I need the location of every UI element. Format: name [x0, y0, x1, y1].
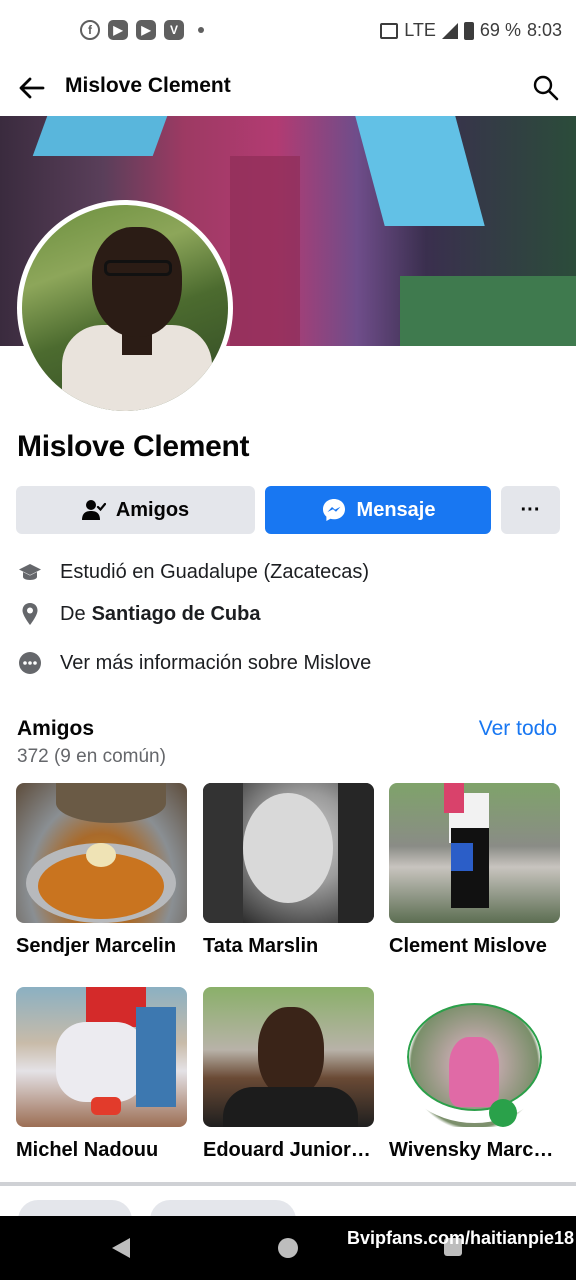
photo-detail	[203, 783, 243, 923]
photo-detail	[223, 1087, 358, 1127]
photo-detail	[56, 783, 166, 823]
nav-back-icon[interactable]	[112, 1238, 130, 1258]
app-header: Mislove Clement	[0, 60, 576, 116]
vibrate-icon	[380, 22, 399, 39]
friend-card[interactable]: Sendjer Marcelin	[16, 783, 187, 958]
profile-picture-image	[22, 205, 228, 411]
cover-detail	[355, 116, 485, 226]
system-status: LTE 69 % 8:03	[380, 20, 562, 41]
friend-photo	[389, 783, 560, 923]
photo-detail	[444, 783, 464, 813]
page-title: Mislove Clement	[65, 74, 231, 97]
youtube-icon: ▶	[136, 20, 156, 40]
cover-detail	[400, 276, 576, 346]
search-icon	[533, 75, 559, 101]
friends-button-label: Amigos	[115, 498, 190, 521]
friend-name: Tata Marslin	[203, 935, 319, 957]
graduation-cap-icon	[17, 559, 43, 585]
see-all-friends-link[interactable]: Ver todo	[479, 717, 557, 741]
photo-detail	[136, 1007, 176, 1107]
friend-card[interactable]: Wivensky Marc…	[389, 987, 560, 1162]
section-divider	[0, 1182, 576, 1186]
cover-detail	[32, 116, 168, 156]
friend-check-icon	[81, 500, 106, 520]
friend-photo	[389, 987, 560, 1127]
search-button[interactable]	[530, 72, 562, 104]
friend-photo	[16, 987, 187, 1127]
watermark: Bvipfans.com/haitianpie18	[347, 1228, 575, 1248]
photo-detail	[86, 843, 116, 867]
profile-picture[interactable]	[17, 200, 233, 416]
friend-card[interactable]: Edouard Junior…	[203, 987, 374, 1162]
education-text: Estudió en Guadalupe (Zacatecas)	[60, 560, 370, 583]
hometown-prefix: De	[60, 602, 86, 625]
vpn-icon: V	[164, 20, 184, 40]
network-type: LTE	[404, 20, 436, 40]
signal-icon	[441, 22, 458, 39]
friend-name: Sendjer Marcelin	[16, 935, 177, 957]
battery-level: 69 %	[479, 20, 521, 40]
photo-detail	[449, 1037, 499, 1107]
friend-name: Wivensky Marc…	[389, 1139, 554, 1161]
more-info-text: Ver más información sobre Mislove	[60, 651, 372, 674]
friends-count: 372 (9 en común)	[17, 746, 166, 767]
nav-home-icon[interactable]	[278, 1238, 298, 1258]
messenger-icon	[322, 499, 345, 521]
back-button[interactable]	[16, 72, 48, 104]
message-button-label: Mensaje	[356, 498, 436, 521]
friend-card[interactable]: Clement Mislove	[389, 783, 560, 958]
photo-detail	[243, 793, 333, 903]
friend-photo	[16, 783, 187, 923]
photo-detail	[338, 783, 374, 923]
arrow-left-icon	[19, 77, 45, 99]
friends-section-title: Amigos	[17, 717, 95, 740]
friend-name: Clement Mislove	[389, 935, 547, 957]
friends-button[interactable]: Amigos	[16, 486, 255, 534]
battery-icon	[463, 21, 474, 40]
profile-name: Mislove Clement	[17, 430, 250, 463]
photo-detail	[489, 1099, 517, 1127]
notification-icons: f ▶ ▶ V	[80, 20, 204, 40]
friend-name: Michel Nadouu	[16, 1139, 159, 1161]
info-more[interactable]: Ver más información sobre Mislove	[17, 648, 557, 678]
hometown-link[interactable]: Santiago de Cuba	[92, 603, 261, 626]
more-notifications-icon	[198, 27, 204, 33]
friend-card[interactable]: Michel Nadouu	[16, 987, 187, 1162]
info-hometown: De Santiago de Cuba	[17, 599, 557, 629]
cover-detail	[230, 156, 300, 346]
more-icon: ···	[520, 498, 541, 521]
photo-detail	[91, 1097, 121, 1115]
friend-card[interactable]: Tata Marslin	[203, 783, 374, 958]
friend-photo	[203, 783, 374, 923]
avatar-face	[92, 227, 182, 337]
message-button[interactable]: Mensaje	[265, 486, 491, 534]
more-dots-icon	[17, 650, 43, 676]
info-education: Estudió en Guadalupe (Zacatecas)	[17, 557, 557, 587]
location-pin-icon	[17, 601, 43, 627]
friend-name: Edouard Junior…	[203, 1139, 371, 1161]
friend-photo	[203, 987, 374, 1127]
facebook-icon: f	[80, 20, 100, 40]
status-bar: f ▶ ▶ V LTE 69 % 8:03	[0, 0, 576, 60]
youtube-icon: ▶	[108, 20, 128, 40]
photo-detail	[56, 1022, 146, 1102]
more-options-button[interactable]: ···	[501, 486, 560, 534]
clock: 8:03	[526, 20, 562, 40]
photo-detail	[258, 1007, 324, 1097]
photo-detail	[451, 843, 473, 871]
avatar-glasses	[104, 260, 172, 276]
